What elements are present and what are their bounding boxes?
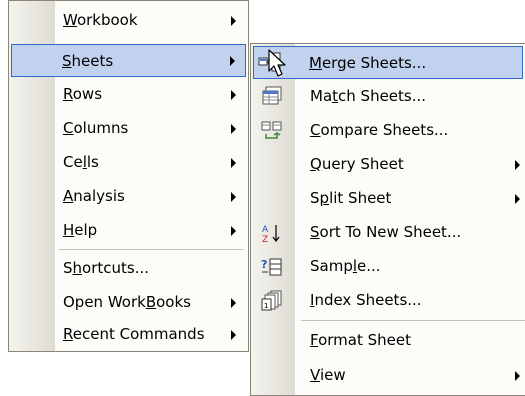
submenu-arrow-icon — [515, 371, 520, 381]
menu-item-sort-to-new-sheet[interactable]: A Z Sort To New Sheet... — [253, 216, 523, 249]
main-menu: Workbook Sheets Rows Columns Cells Analy… — [8, 0, 249, 352]
menu-item-match-sheets[interactable]: Match Sheets... — [253, 80, 523, 113]
menu-item-columns[interactable]: Columns — [11, 112, 246, 145]
menu-item-label: Match Sheets... — [310, 87, 427, 105]
sort-az-icon: A Z — [261, 222, 283, 245]
submenu-arrow-icon — [231, 158, 236, 168]
submenu-arrow-icon — [231, 90, 236, 100]
menu-item-label: Analysis — [63, 187, 125, 205]
menu-item-analysis[interactable]: Analysis — [11, 180, 246, 213]
menu-item-sample[interactable]: ? Sample... — [253, 250, 523, 283]
submenu-arrow-icon — [515, 160, 520, 170]
menu-separator — [59, 249, 244, 250]
menu-item-label: Merge Sheets... — [309, 54, 427, 72]
menu-item-label: Help — [63, 221, 98, 239]
mouse-cursor-icon — [268, 49, 286, 77]
menu-item-label: Recent Commands — [63, 325, 205, 343]
menu-item-split-sheet[interactable]: Split Sheet — [253, 182, 523, 215]
menu-item-label: View — [310, 366, 346, 384]
menu-item-label: Workbook — [63, 11, 138, 29]
svg-text:Z: Z — [262, 235, 268, 244]
menu-item-index-sheets[interactable]: 1 Index Sheets... — [253, 284, 523, 317]
svg-text:?: ? — [261, 258, 267, 271]
sample-icon: ? — [261, 256, 283, 278]
menu-separator — [301, 320, 525, 321]
menu-item-rows[interactable]: Rows — [11, 78, 246, 111]
menu-item-format-sheet[interactable]: Format Sheet — [253, 324, 523, 357]
menu-item-open-workbooks[interactable]: Open WorkBooks — [11, 286, 246, 319]
submenu-arrow-icon — [231, 226, 236, 236]
menu-item-label: Sheets — [62, 52, 114, 70]
menu-item-cells[interactable]: Cells — [11, 146, 246, 179]
submenu-arrow-icon — [231, 192, 236, 202]
menu-item-label: Format Sheet — [310, 331, 411, 349]
menu-item-label: Rows — [63, 85, 103, 103]
submenu-arrow-icon — [515, 194, 520, 204]
menu-item-label: Split Sheet — [310, 189, 392, 207]
menu-item-label: Sort To New Sheet... — [310, 223, 462, 241]
menu-item-shortcuts[interactable]: Shortcuts... — [11, 252, 246, 285]
sheets-submenu: Merge Sheets... Match Sheets... Compare … — [250, 43, 525, 396]
menu-item-workbook[interactable]: Workbook — [11, 4, 246, 37]
menu-item-label: Query Sheet — [310, 155, 404, 173]
compare-sheets-icon — [261, 120, 283, 142]
menu-item-label: Compare Sheets... — [310, 121, 449, 139]
submenu-arrow-icon — [231, 298, 236, 308]
submenu-arrow-icon — [231, 16, 236, 26]
menu-item-recent-commands[interactable]: Recent Commands — [11, 318, 246, 351]
submenu-arrow-icon — [231, 330, 236, 340]
match-sheets-icon — [261, 86, 283, 108]
menu-item-label: Columns — [63, 119, 129, 137]
svg-text:1: 1 — [264, 302, 268, 310]
submenu-arrow-icon — [231, 124, 236, 134]
menu-item-sheets[interactable]: Sheets — [11, 44, 246, 77]
menu-item-help[interactable]: Help — [11, 214, 246, 247]
menu-item-merge-sheets[interactable]: Merge Sheets... — [253, 46, 523, 79]
menu-item-label: Cells — [63, 153, 99, 171]
menu-item-query-sheet[interactable]: Query Sheet — [253, 148, 523, 181]
index-sheets-icon: 1 — [261, 290, 283, 312]
svg-text:A: A — [262, 225, 269, 235]
menu-item-label: Shortcuts... — [63, 259, 150, 277]
menu-item-label: Index Sheets... — [310, 291, 422, 309]
menu-item-label: Open WorkBooks — [63, 293, 191, 311]
menu-item-view[interactable]: View — [253, 359, 523, 392]
submenu-arrow-icon — [230, 56, 235, 66]
menu-item-label: Sample... — [310, 257, 381, 275]
menu-item-compare-sheets[interactable]: Compare Sheets... — [253, 114, 523, 147]
